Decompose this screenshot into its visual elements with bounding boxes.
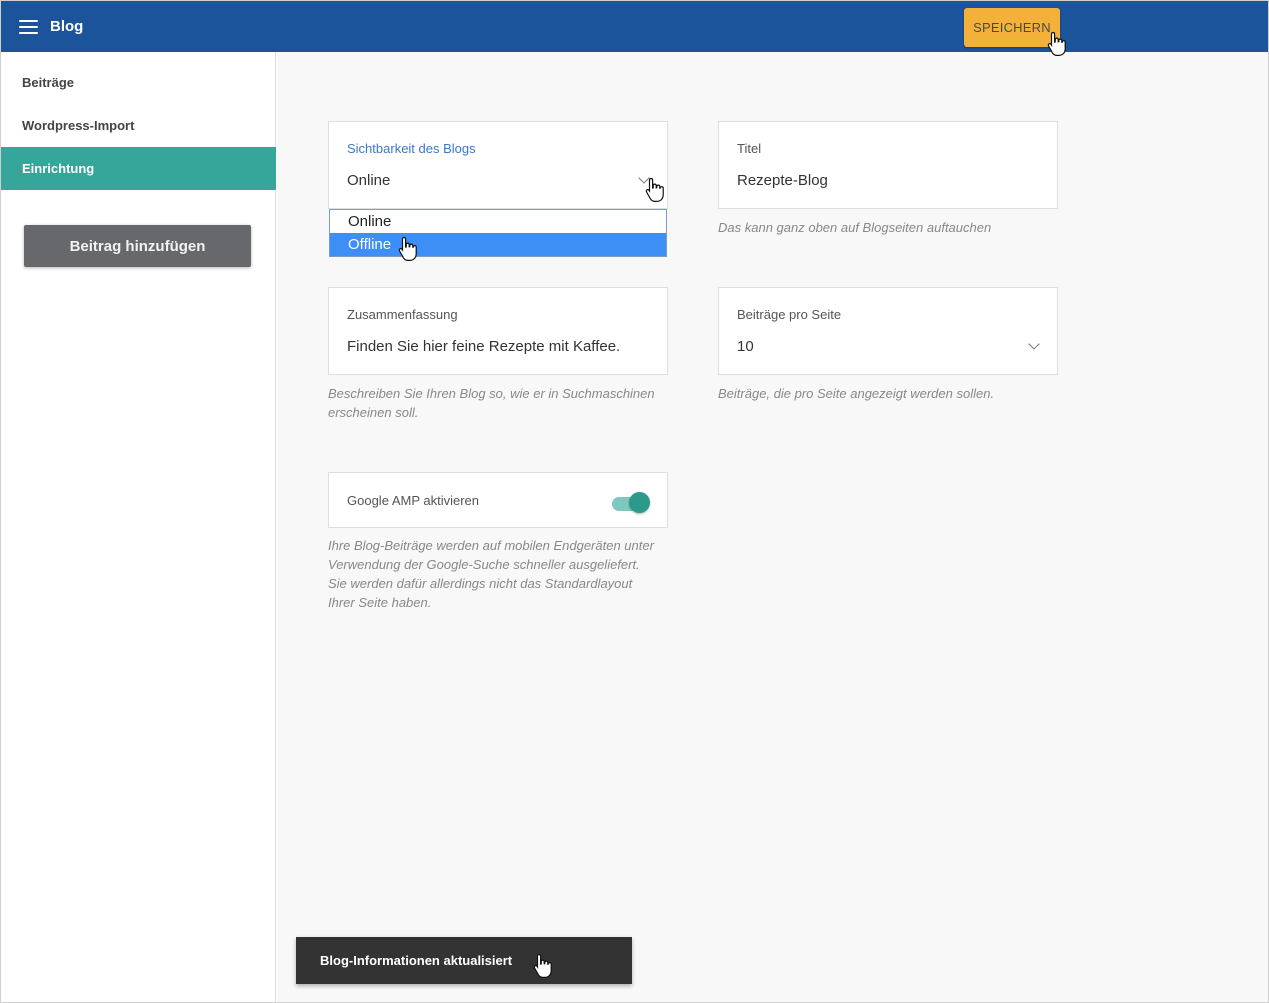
title-field[interactable]: Titel Rezepte-Blog — [718, 121, 1058, 209]
hand-cursor-icon — [1047, 31, 1066, 56]
title-label: Titel — [737, 141, 762, 156]
posts-per-page-label: Beiträge pro Seite — [737, 307, 842, 322]
visibility-select[interactable]: Sichtbarkeit des Blogs Online — [328, 121, 668, 209]
amp-label: Google AMP aktivieren — [347, 493, 479, 508]
chevron-down-icon[interactable] — [1028, 338, 1040, 350]
save-button[interactable]: SPEICHERN — [964, 8, 1060, 47]
option-online[interactable]: Online — [330, 210, 666, 233]
sidebar-item-einrichtung[interactable]: Einrichtung — [1, 147, 276, 190]
visibility-options-list: Online Offline — [329, 209, 667, 257]
amp-helper-line-1: Ihre Blog-Beiträge werden auf mobilen En… — [328, 538, 654, 553]
snackbar-message: Blog-Informationen aktualisiert — [320, 953, 513, 968]
hand-cursor-icon — [398, 236, 417, 261]
summary-field[interactable]: Zusammenfassung Finden Sie hier feine Re… — [328, 287, 668, 375]
amp-helper-line-2: Verwendung der Google-Suche schneller au… — [328, 557, 640, 572]
visibility-value: Online — [347, 172, 391, 189]
menu-icon[interactable] — [19, 20, 38, 34]
title-helper: Das kann ganz oben auf Blogseiten auftau… — [718, 220, 992, 235]
hand-cursor-icon — [645, 177, 664, 202]
app-title: Blog — [50, 18, 84, 35]
visibility-label: Sichtbarkeit des Blogs — [347, 141, 476, 156]
top-app-bar: Blog SPEICHERN — [1, 1, 1268, 52]
sidebar-item-wordpress-import[interactable]: Wordpress-Import — [1, 104, 276, 147]
snackbar: Blog-Informationen aktualisiert — [296, 937, 632, 984]
posts-per-page-select[interactable]: Beiträge pro Seite 10 — [718, 287, 1058, 375]
hand-cursor-icon — [533, 953, 552, 978]
amp-helper-line-4: Ihrer Seite haben. — [328, 595, 432, 610]
amp-toggle-switch[interactable] — [629, 492, 650, 513]
summary-helper-line-2: erscheinen soll. — [328, 405, 419, 420]
settings-panel: Sichtbarkeit des Blogs Online Online Off… — [277, 52, 1268, 1002]
summary-helper-line-1: Beschreiben Sie Ihren Blog so, wie er in… — [328, 386, 655, 401]
summary-label: Zusammenfassung — [347, 307, 458, 322]
option-offline[interactable]: Offline — [330, 233, 666, 256]
title-value: Rezepte-Blog — [737, 172, 828, 189]
posts-per-page-helper: Beiträge, die pro Seite angezeigt werden… — [718, 386, 995, 401]
summary-value: Finden Sie hier feine Rezepte mit Kaffee… — [347, 338, 621, 355]
sidebar-item-beitraege[interactable]: Beiträge — [1, 61, 276, 104]
amp-helper-line-3: Sie werden dafür allerdings nicht das St… — [328, 576, 633, 591]
posts-per-page-value: 10 — [737, 338, 754, 355]
sidebar: Beiträge Wordpress-Import Einrichtung Be… — [1, 52, 276, 1002]
amp-toggle-card: Google AMP aktivieren — [328, 472, 668, 528]
add-post-button[interactable]: Beitrag hinzufügen — [24, 225, 251, 267]
